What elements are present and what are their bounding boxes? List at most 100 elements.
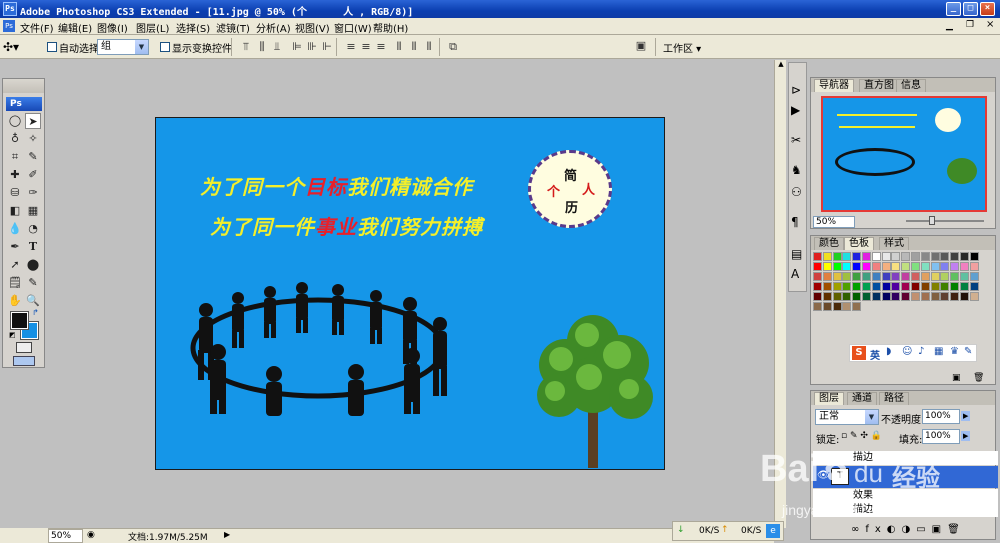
- color-swatch[interactable]: [901, 292, 911, 301]
- color-swatch[interactable]: [871, 292, 881, 301]
- clone-source-icon[interactable]: ⚇: [791, 185, 802, 199]
- minimize-button[interactable]: _: [946, 2, 961, 16]
- color-swatch[interactable]: [901, 262, 911, 271]
- color-swatch[interactable]: [930, 262, 940, 271]
- brushes-icon[interactable]: ♞: [791, 163, 802, 177]
- layer-effect-row[interactable]: 描边: [813, 451, 998, 465]
- eyedropper-icon[interactable]: ✎: [25, 275, 41, 291]
- color-swatch[interactable]: [920, 272, 930, 281]
- tab-layers[interactable]: 图层: [814, 392, 844, 405]
- color-swatch[interactable]: [940, 292, 950, 301]
- color-swatch[interactable]: [852, 252, 862, 261]
- align-hcenter-icon[interactable]: ⊪: [306, 41, 318, 53]
- ime-lang-label[interactable]: 英: [870, 347, 880, 362]
- color-swatch[interactable]: [940, 252, 950, 261]
- color-swatch[interactable]: [920, 262, 930, 271]
- tab-info[interactable]: 信息: [896, 79, 926, 92]
- distribute-vcenter-icon[interactable]: ≡: [360, 41, 372, 53]
- color-swatch[interactable]: [950, 262, 960, 271]
- color-swatch[interactable]: [911, 282, 920, 291]
- brush-tool-icon[interactable]: ✐: [25, 167, 41, 183]
- color-swatch[interactable]: [813, 302, 822, 311]
- tools-preset-icon[interactable]: ✂: [791, 133, 801, 147]
- tab-navigator[interactable]: 导航器: [814, 79, 854, 92]
- color-swatch[interactable]: [901, 252, 911, 261]
- color-swatch[interactable]: [852, 302, 862, 311]
- fill-arrow-icon[interactable]: ▶: [961, 431, 971, 441]
- workspace-button[interactable]: 工作区 ▾: [663, 40, 701, 55]
- move-tool-icon[interactable]: ➤: [25, 113, 41, 129]
- color-swatch[interactable]: [871, 282, 881, 291]
- color-swatch[interactable]: [960, 282, 969, 291]
- ime-keyboard-icon[interactable]: ▦: [934, 346, 943, 357]
- color-swatch[interactable]: [813, 292, 822, 301]
- bridge-icon[interactable]: ▣: [633, 40, 649, 52]
- color-swatch[interactable]: [813, 262, 822, 271]
- gradient-tool-icon[interactable]: ▦: [25, 203, 41, 219]
- swatch-grid[interactable]: [813, 252, 981, 312]
- color-swatch[interactable]: [960, 272, 969, 281]
- new-swatch-icon[interactable]: ▣: [952, 373, 961, 383]
- dodge-tool-icon[interactable]: ◔: [25, 221, 41, 237]
- color-swatch[interactable]: [813, 272, 822, 281]
- color-swatch[interactable]: [813, 282, 822, 291]
- delete-swatch-icon[interactable]: 🗑: [973, 373, 984, 383]
- color-swatch[interactable]: [930, 272, 940, 281]
- color-swatch[interactable]: [881, 252, 891, 261]
- ime-emoji-icon[interactable]: ☺: [902, 346, 912, 357]
- status-menu-arrow[interactable]: ▶: [224, 530, 230, 539]
- auto-align-icon[interactable]: ⧉: [447, 41, 459, 53]
- tab-styles[interactable]: 样式: [879, 237, 909, 250]
- toolbox-header[interactable]: [3, 79, 44, 93]
- history-icon[interactable]: ▶: [791, 103, 800, 117]
- lock-icons[interactable]: ▫ ✎ ✣ 🔒: [841, 431, 882, 441]
- doc-min-button[interactable]: ▁: [946, 21, 953, 31]
- menu-window[interactable]: 窗口(W): [334, 20, 372, 35]
- color-swatch[interactable]: [891, 252, 901, 261]
- distribute-hcenter-icon[interactable]: ⦀: [408, 41, 420, 53]
- auto-select-checkbox[interactable]: [47, 42, 57, 52]
- magic-wand-icon[interactable]: ✧: [25, 131, 41, 147]
- color-swatch[interactable]: [881, 272, 891, 281]
- color-swatch[interactable]: [832, 262, 842, 271]
- doc-close-button[interactable]: ×: [986, 19, 994, 30]
- color-swatch[interactable]: [852, 272, 862, 281]
- color-swatch[interactable]: [960, 252, 969, 261]
- color-swatch[interactable]: [862, 252, 871, 261]
- menu-filter[interactable]: 滤镜(T): [216, 20, 250, 35]
- auto-select-dropdown[interactable]: 组 ▼: [97, 39, 149, 55]
- color-swatch[interactable]: [822, 272, 832, 281]
- lasso-tool-icon[interactable]: ♁: [7, 131, 23, 147]
- screen-mode-icon[interactable]: [13, 356, 35, 366]
- color-swatch[interactable]: [950, 252, 960, 261]
- tab-channels[interactable]: 通道: [847, 392, 877, 405]
- color-swatch[interactable]: [911, 252, 920, 261]
- ps-badge[interactable]: Ps: [6, 97, 42, 111]
- color-swatch[interactable]: [822, 252, 832, 261]
- menu-select[interactable]: 选择(S): [176, 20, 210, 35]
- color-swatch[interactable]: [822, 282, 832, 291]
- color-swatch[interactable]: [969, 282, 979, 291]
- align-vcenter-icon[interactable]: ⫼: [256, 41, 268, 53]
- layer-effect-row[interactable]: 描边: [813, 503, 998, 517]
- color-swatch[interactable]: [901, 282, 911, 291]
- color-swatch[interactable]: [969, 272, 979, 281]
- close-button[interactable]: ×: [980, 2, 995, 16]
- fill-field[interactable]: 100%: [922, 429, 960, 444]
- navigator-zoom-field[interactable]: 50%: [813, 216, 855, 228]
- opacity-field[interactable]: 100%: [922, 409, 960, 424]
- quick-mask-icon[interactable]: [16, 342, 32, 353]
- color-swatch[interactable]: [862, 282, 871, 291]
- color-swatch[interactable]: [920, 282, 930, 291]
- color-swatch[interactable]: [832, 272, 842, 281]
- color-swatch[interactable]: [822, 302, 832, 311]
- distribute-top-icon[interactable]: ≡: [345, 41, 357, 53]
- menu-edit[interactable]: 编辑(E): [58, 20, 92, 35]
- zoom-tool-icon[interactable]: 🔍: [25, 293, 41, 309]
- swap-colors-icon[interactable]: ↱: [32, 308, 39, 317]
- distribute-right-icon[interactable]: ⦀: [423, 41, 435, 53]
- color-swatch[interactable]: [862, 292, 871, 301]
- color-swatch[interactable]: [950, 282, 960, 291]
- tab-paths[interactable]: 路径: [879, 392, 909, 405]
- notes-tool-icon[interactable]: 🗒: [7, 275, 23, 291]
